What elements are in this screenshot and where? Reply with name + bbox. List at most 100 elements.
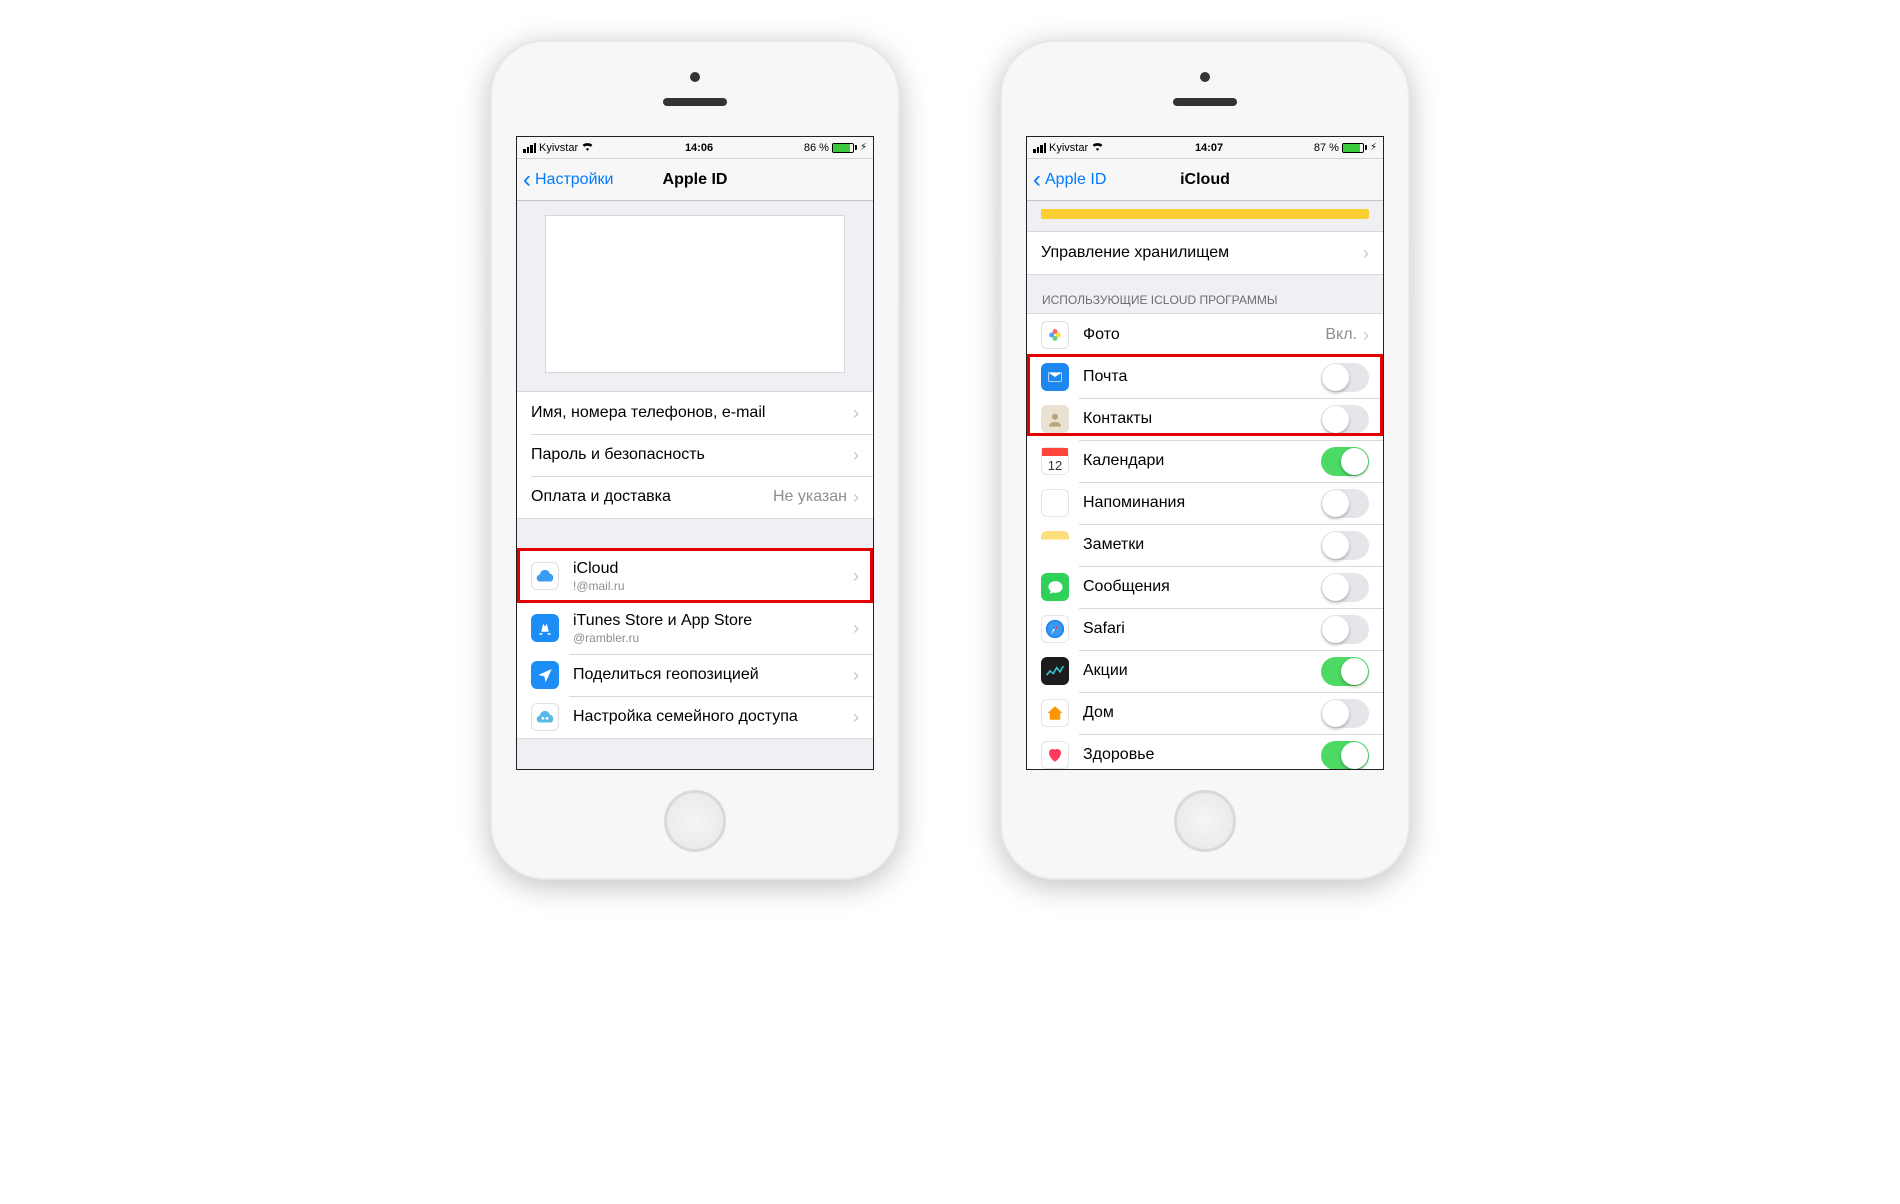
messages-icon [1041,573,1069,601]
row-notes[interactable]: Заметки [1027,524,1383,566]
chevron-right-icon: › [853,487,859,508]
toggle-health[interactable] [1321,741,1369,770]
notes-icon [1041,531,1069,559]
charging-icon: ⚡︎ [860,142,867,153]
row-contacts[interactable]: Контакты [1027,398,1383,440]
app-label: Дом [1083,704,1114,722]
row-manage-storage[interactable]: Управление хранилищем › [1027,232,1383,274]
health-icon [1041,741,1069,769]
chevron-left-icon: ‹ [1033,168,1041,192]
app-label: Здоровье [1083,746,1154,764]
wifi-icon [581,141,594,154]
home-button[interactable] [1174,790,1236,852]
account-settings-group: Имя, номера телефонов, e-mail › Пароль и… [517,391,873,519]
chevron-right-icon: › [1363,243,1369,264]
home-button[interactable] [664,790,726,852]
row-safari[interactable]: Safari [1027,608,1383,650]
toggle-mail[interactable] [1321,363,1369,392]
calendar-icon: 12 [1041,447,1069,475]
battery-percent: 86 % [804,142,829,154]
charging-icon: ⚡︎ [1370,142,1377,153]
back-button[interactable]: ‹ Apple ID [1027,168,1106,192]
signal-icon [1033,143,1046,153]
chevron-right-icon: › [853,618,859,639]
toggle-reminders[interactable] [1321,489,1369,518]
battery-icon [832,143,857,153]
row-share-location[interactable]: Поделиться геопозицией › [517,654,873,696]
row-health[interactable]: Здоровье [1027,734,1383,769]
chevron-right-icon: › [853,566,859,587]
stocks-icon [1041,657,1069,685]
location-icon [531,661,559,689]
toggle-notes[interactable] [1321,531,1369,560]
row-mail[interactable]: Почта [1027,356,1383,398]
icloud-apps-group: ФотоВкл.›ПочтаКонтакты12КалендариНапомин… [1027,313,1383,769]
back-button[interactable]: ‹ Настройки [517,168,613,192]
reminders-icon [1041,489,1069,517]
row-photos[interactable]: ФотоВкл.› [1027,314,1383,356]
row-home[interactable]: Дом [1027,692,1383,734]
screen-right: Kyivstar 14:07 87 % ⚡︎ ‹ Apple ID iCloud [1026,136,1384,770]
app-label: Заметки [1083,536,1144,554]
status-bar: Kyivstar 14:06 86 % ⚡︎ [517,137,873,159]
phone-right: Kyivstar 14:07 87 % ⚡︎ ‹ Apple ID iCloud [1000,40,1410,880]
nav-bar: ‹ Настройки Apple ID [517,159,873,201]
time-label: 14:07 [1195,142,1223,154]
row-family-sharing[interactable]: Настройка семейного доступа › [517,696,873,738]
row-payment-shipping[interactable]: Оплата и доставка Не указан › [517,476,873,518]
chevron-right-icon: › [853,707,859,728]
app-label: Safari [1083,620,1125,638]
mail-icon [1041,363,1069,391]
apps-group-header: ИСПОЛЬЗУЮЩИЕ ICLOUD ПРОГРАММЫ [1027,275,1383,313]
safari-icon [1041,615,1069,643]
home-icon [1041,699,1069,727]
back-label: Apple ID [1045,171,1106,189]
row-icloud[interactable]: iCloud !@mail.ru › [517,550,873,602]
storage-usage-bar [1041,209,1369,219]
chevron-right-icon: › [853,665,859,686]
back-label: Настройки [535,171,613,189]
time-label: 14:06 [685,142,713,154]
wifi-icon [1091,141,1104,154]
row-itunes-appstore[interactable]: iTunes Store и App Store @rambler.ru › [517,602,873,654]
row-password-security[interactable]: Пароль и безопасность › [517,434,873,476]
toggle-stocks[interactable] [1321,657,1369,686]
battery-percent: 87 % [1314,142,1339,154]
row-stocks[interactable]: Акции [1027,650,1383,692]
content-left: Имя, номера телефонов, e-mail › Пароль и… [517,201,873,769]
icloud-icon [531,562,559,590]
phone-left: Kyivstar 14:06 86 % ⚡︎ ‹ Настройки Apple… [490,40,900,880]
avatar-placeholder [545,215,845,373]
chevron-right-icon: › [853,445,859,466]
content-right: Управление хранилищем › ИСПОЛЬЗУЮЩИЕ ICL… [1027,201,1383,769]
row-name-phone-email[interactable]: Имя, номера телефонов, e-mail › [517,392,873,434]
app-label: Календари [1083,452,1164,470]
status-bar: Kyivstar 14:07 87 % ⚡︎ [1027,137,1383,159]
chevron-left-icon: ‹ [523,168,531,192]
carrier-label: Kyivstar [539,142,578,154]
chevron-right-icon: › [1363,325,1369,346]
toggle-messages[interactable] [1321,573,1369,602]
app-label: Напоминания [1083,494,1185,512]
toggle-contacts[interactable] [1321,405,1369,434]
appstore-icon [531,614,559,642]
app-value: Вкл. [1325,326,1357,344]
row-reminders[interactable]: Напоминания [1027,482,1383,524]
toggle-home[interactable] [1321,699,1369,728]
contacts-icon [1041,405,1069,433]
nav-bar: ‹ Apple ID iCloud [1027,159,1383,201]
profile-avatar-area [517,201,873,391]
chevron-right-icon: › [853,403,859,424]
toggle-safari[interactable] [1321,615,1369,644]
app-label: Акции [1083,662,1128,680]
signal-icon [523,143,536,153]
app-label: Почта [1083,368,1127,386]
carrier-label: Kyivstar [1049,142,1088,154]
toggle-calendar[interactable] [1321,447,1369,476]
photos-icon [1041,321,1069,349]
row-messages[interactable]: Сообщения [1027,566,1383,608]
app-label: Сообщения [1083,578,1170,596]
row-calendar[interactable]: 12 Календари [1027,440,1383,482]
services-group: iCloud !@mail.ru › iTunes Store и App St… [517,549,873,739]
screen-left: Kyivstar 14:06 86 % ⚡︎ ‹ Настройки Apple… [516,136,874,770]
